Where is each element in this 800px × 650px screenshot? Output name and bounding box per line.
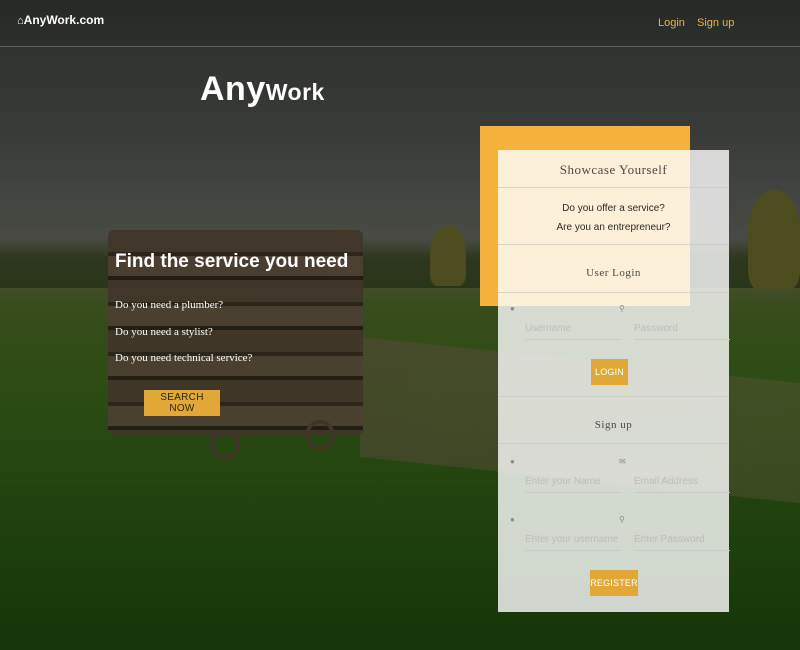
hero-title: AnyWork [200, 70, 325, 109]
divider [498, 292, 729, 293]
key-icon: ⚲ [619, 515, 625, 524]
brand-logo[interactable]: ⌂AnyWork.com [17, 13, 104, 27]
login-button[interactable]: LOGIN [591, 359, 628, 385]
login-username-input[interactable] [525, 317, 621, 340]
divider [498, 396, 729, 397]
login-section-title: User Login [586, 267, 641, 279]
card-question: Do you offer a service? [562, 203, 665, 214]
signup-email-input[interactable] [634, 470, 730, 493]
envelope-icon: ✉ [619, 457, 626, 466]
nav-login-link[interactable]: Login [658, 17, 685, 29]
hero-question: Do you need technical service? [115, 352, 253, 364]
nav-signup-link[interactable]: Sign up [697, 17, 734, 29]
card-title: Showcase Yourself [559, 162, 668, 177]
hero-title-main: Any [200, 70, 266, 108]
find-service-heading: Find the service you need [115, 251, 349, 272]
user-icon: ● [510, 457, 515, 466]
divider [498, 443, 729, 444]
login-password-input[interactable] [634, 317, 730, 340]
register-button[interactable]: REGISTER [590, 570, 638, 596]
signup-password-input[interactable] [634, 528, 730, 551]
divider [498, 187, 729, 188]
search-now-button[interactable]: SEARCH NOW [144, 390, 220, 416]
card-question: Are you an entrepreneur? [556, 222, 671, 233]
signup-name-input[interactable] [525, 470, 621, 493]
user-icon: ● [510, 304, 515, 313]
divider [498, 244, 729, 245]
hero-question: Do you need a plumber? [115, 299, 224, 311]
signup-section-title: Sign up [594, 419, 633, 431]
hero-title-small: Work [265, 79, 325, 105]
showcase-card: Showcase Yourself Do you offer a service… [498, 150, 730, 612]
user-icon: ● [510, 515, 515, 524]
hero-question: Do you need a stylist? [115, 326, 213, 338]
key-icon: ⚲ [619, 304, 625, 313]
top-nav-bar: ⌂AnyWork.com Login Sign up [0, 0, 800, 47]
brand-name: AnyWork.com [23, 13, 105, 27]
signup-username-input[interactable] [525, 528, 621, 551]
home-icon: ⌂ [17, 15, 24, 27]
